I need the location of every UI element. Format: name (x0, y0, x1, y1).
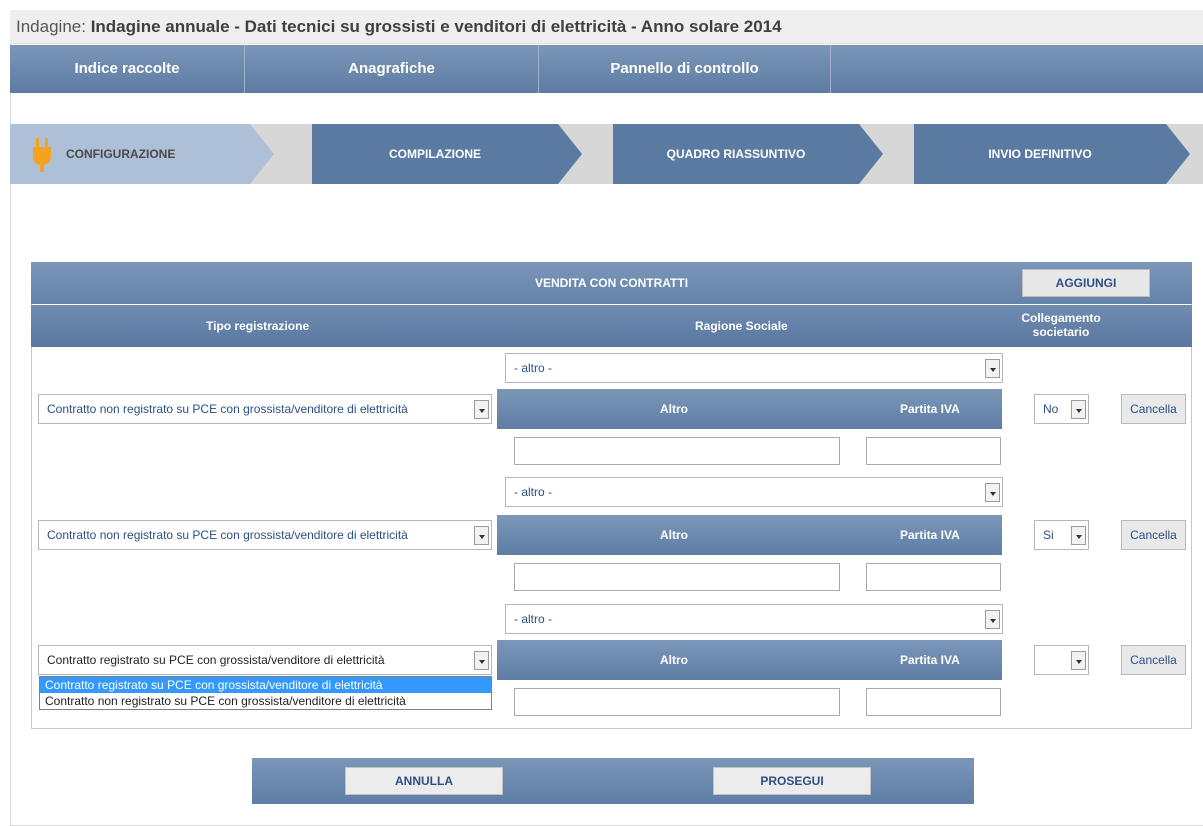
chevron-down-icon[interactable] (474, 651, 489, 670)
dropdown-option[interactable]: Contratto non registrato su PCE con gros… (40, 693, 491, 709)
wizard-steps: CONFIGURAZIONE COMPILAZIONE QUADRO RIASS… (10, 124, 1203, 184)
select-value: Contratto non registrato su PCE con gros… (47, 402, 408, 416)
ragione-sociale-select[interactable]: - altro - (505, 353, 1003, 383)
partita-iva-label: Partita IVA (900, 402, 960, 416)
partita-iva-input[interactable] (866, 563, 1001, 591)
altro-label: Altro (660, 528, 688, 542)
select-value: Si (1043, 528, 1054, 542)
step-invio-definitivo: INVIO DEFINITIVO (914, 124, 1190, 184)
altro-input[interactable] (514, 437, 840, 465)
altro-input[interactable] (514, 688, 840, 716)
chevron-down-icon[interactable] (985, 610, 1000, 629)
select-value: No (1043, 402, 1059, 416)
prosegui-button[interactable]: PROSEGUI (713, 767, 871, 795)
nav-pannello-controllo[interactable]: Pannello di controllo (539, 45, 831, 93)
collegamento-select[interactable]: No (1034, 394, 1089, 424)
select-value: - altro - (514, 361, 553, 375)
partita-iva-input[interactable] (866, 437, 1001, 465)
cancella-button[interactable]: Cancella (1121, 520, 1186, 550)
col-tipo-registrazione: Tipo registrazione (206, 319, 310, 333)
chevron-down-icon[interactable] (985, 359, 1000, 378)
altro-header: Altro Partita IVA (497, 389, 1002, 429)
col-collegamento-societario: Collegamento societario (1021, 311, 1101, 339)
step-configurazione: CONFIGURAZIONE (10, 124, 274, 184)
altro-header: Altro Partita IVA (497, 515, 1002, 555)
tipo-registrazione-select[interactable]: Contratto non registrato su PCE con gros… (38, 394, 492, 424)
chevron-down-icon[interactable] (1071, 400, 1086, 419)
main-nav: Indice raccolte Anagrafiche Pannello di … (10, 45, 1203, 93)
cancella-button[interactable]: Cancella (1121, 645, 1186, 675)
nav-indice-raccolte[interactable]: Indice raccolte (10, 45, 245, 93)
tipo-registrazione-select[interactable]: Contratto registrato su PCE con grossist… (38, 645, 492, 675)
altro-label: Altro (660, 653, 688, 667)
partita-iva-label: Partita IVA (900, 528, 960, 542)
partita-iva-label: Partita IVA (900, 653, 960, 667)
collegamento-select[interactable] (1034, 645, 1089, 675)
chevron-down-icon[interactable] (474, 400, 489, 419)
step-compilazione: COMPILAZIONE (312, 124, 582, 184)
add-button[interactable]: AGGIUNGI (1022, 269, 1150, 297)
collegamento-select[interactable]: Si (1034, 520, 1089, 550)
step-arrow (558, 124, 582, 184)
step-label: QUADRO RIASSUNTIVO (666, 147, 806, 161)
panel-title: VENDITA CON CONTRATTI (31, 262, 1192, 304)
plug-icon (33, 138, 51, 172)
col-ragione-sociale: Ragione Sociale (695, 319, 788, 333)
step-label: CONFIGURAZIONE (66, 147, 176, 161)
annulla-button[interactable]: ANNULLA (345, 767, 503, 795)
step-arrow (859, 124, 883, 184)
title-prefix: Indagine: (16, 17, 91, 36)
select-value: Contratto registrato su PCE con grossist… (47, 653, 385, 667)
tipo-registrazione-options: Contratto registrato su PCE con grossist… (39, 676, 492, 710)
chevron-down-icon[interactable] (474, 526, 489, 545)
partita-iva-input[interactable] (866, 688, 1001, 716)
step-label: COMPILAZIONE (389, 147, 481, 161)
tipo-registrazione-select[interactable]: Contratto non registrato su PCE con gros… (38, 520, 492, 550)
ragione-sociale-select[interactable]: - altro - (505, 477, 1003, 507)
altro-label: Altro (660, 402, 688, 416)
cancella-button[interactable]: Cancella (1121, 394, 1186, 424)
nav-anagrafiche[interactable]: Anagrafiche (245, 45, 539, 93)
page-title: Indagine: Indagine annuale - Dati tecnic… (10, 10, 1203, 44)
step-arrow (250, 124, 274, 184)
title-name: Indagine annuale - Dati tecnici su gross… (90, 17, 782, 36)
step-label: INVIO DEFINITIVO (988, 147, 1092, 161)
chevron-down-icon[interactable] (1071, 651, 1086, 670)
select-value: Contratto non registrato su PCE con gros… (47, 528, 408, 542)
dropdown-option[interactable]: Contratto registrato su PCE con grossist… (40, 677, 491, 693)
altro-input[interactable] (514, 563, 840, 591)
step-arrow (1166, 124, 1190, 184)
chevron-down-icon[interactable] (985, 483, 1000, 502)
ragione-sociale-select[interactable]: - altro - (505, 604, 1003, 634)
step-quadro-riassuntivo: QUADRO RIASSUNTIVO (613, 124, 883, 184)
select-value: - altro - (514, 612, 553, 626)
column-headers: Tipo registrazione Ragione Sociale Colle… (31, 305, 1192, 347)
select-value: - altro - (514, 485, 553, 499)
chevron-down-icon[interactable] (1071, 526, 1086, 545)
altro-header: Altro Partita IVA (497, 640, 1002, 680)
